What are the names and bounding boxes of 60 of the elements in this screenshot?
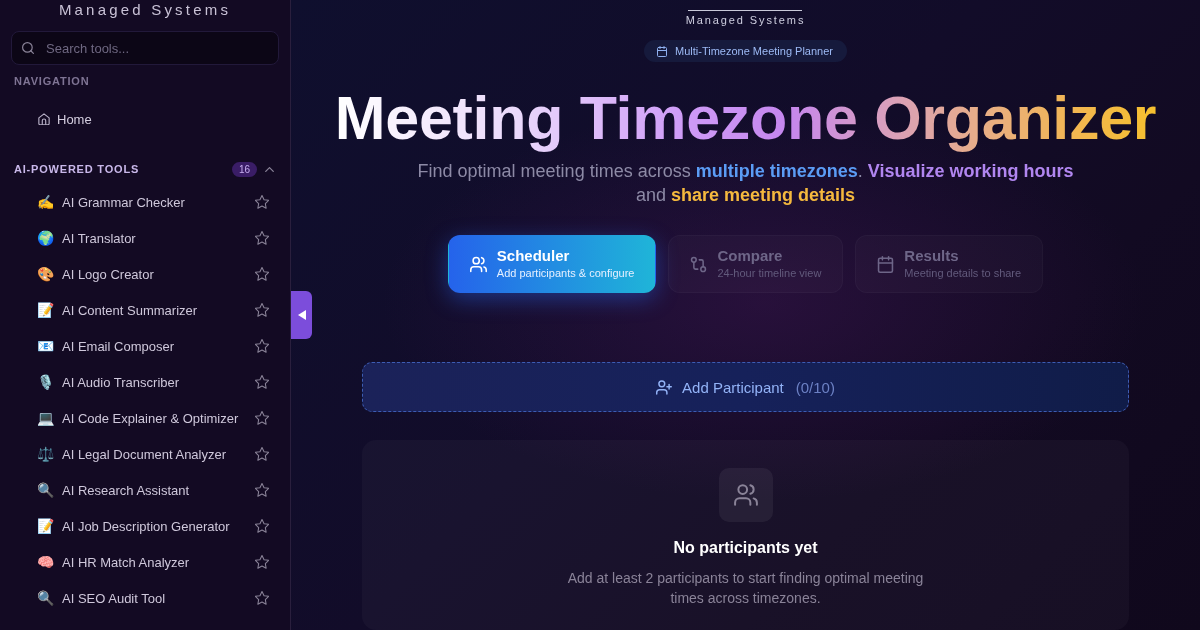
star-icon[interactable] bbox=[255, 375, 269, 389]
tool-item[interactable]: 🎙 AI Audio Transcriber bbox=[11, 364, 279, 400]
star-icon[interactable] bbox=[255, 303, 269, 317]
user-plus-icon bbox=[656, 379, 673, 395]
calendar-icon bbox=[877, 255, 895, 273]
globe-icon: 🌍 bbox=[37, 229, 54, 247]
tool-item[interactable]: 🔍 AI SEO Audit Tool bbox=[11, 580, 279, 616]
writing-hand-icon: ✍ bbox=[37, 193, 54, 211]
tool-item[interactable]: ✍ AI Grammar Checker bbox=[11, 184, 279, 220]
users-icon bbox=[718, 468, 773, 522]
tool-item[interactable]: ⚖ AI Legal Document Analyzer bbox=[11, 436, 279, 472]
tool-item[interactable]: 📝 AI Job Description Generator bbox=[11, 508, 279, 544]
badge-label: Multi-Timezone Meeting Planner bbox=[675, 45, 833, 57]
memo-icon: 📝 bbox=[37, 517, 54, 535]
tool-item[interactable]: 📝 AI Content Summarizer bbox=[11, 292, 279, 328]
tool-item[interactable]: 💻 AI Code Explainer & Optimizer bbox=[11, 400, 279, 436]
star-icon[interactable] bbox=[255, 195, 269, 209]
chevron-up-icon[interactable] bbox=[265, 166, 274, 172]
search-field[interactable]: Search tools... bbox=[11, 31, 279, 65]
star-icon[interactable] bbox=[255, 555, 269, 569]
nav-item[interactable]: Home bbox=[11, 101, 279, 137]
page-subtitle: Find optimal meeting times across multiple timezones. Visualize working hours and share meeting details bbox=[416, 160, 1075, 207]
tool-item[interactable]: 🎨 AI Logo Creator bbox=[11, 256, 279, 292]
calendar-icon bbox=[657, 45, 668, 57]
star-icon[interactable] bbox=[255, 231, 269, 245]
tool-item[interactable]: 🔍 AI Research Assistant bbox=[11, 472, 279, 508]
empty-state-title: No participants yet bbox=[673, 538, 818, 558]
star-icon[interactable] bbox=[255, 591, 269, 605]
microphone-icon: 🎙 bbox=[37, 373, 54, 391]
triangle-left-icon bbox=[297, 310, 306, 320]
brand-name: Managed Systems bbox=[57, 0, 233, 20]
star-icon[interactable] bbox=[255, 519, 269, 533]
laptop-icon: 💻 bbox=[37, 409, 54, 427]
search-icon bbox=[22, 42, 34, 54]
star-icon[interactable] bbox=[255, 267, 269, 281]
star-icon[interactable] bbox=[255, 447, 269, 461]
magnifier-icon: 🔍 bbox=[37, 589, 54, 607]
tool-item[interactable]: 🌍 AI Translator bbox=[11, 220, 279, 256]
memo-icon: 📝 bbox=[37, 301, 54, 319]
palette-icon: 🎨 bbox=[37, 265, 54, 283]
star-icon[interactable] bbox=[255, 411, 269, 425]
envelope-icon: 📧 bbox=[37, 337, 54, 355]
logo-subtitle: Managed Systems bbox=[685, 13, 806, 27]
star-icon[interactable] bbox=[255, 483, 269, 497]
home-icon bbox=[38, 113, 50, 125]
count-badge: 16 bbox=[231, 161, 257, 177]
empty-state-message: Add at least 2 participants to start finding optimal meeting times across timezones. bbox=[566, 569, 925, 608]
brain-icon: 🧠 bbox=[37, 553, 54, 571]
star-icon[interactable] bbox=[255, 339, 269, 353]
tool-item[interactable]: 🧠 AI HR Match Analyzer bbox=[11, 544, 279, 580]
step-tab[interactable]: Scheduler Add participants & configure bbox=[447, 235, 657, 293]
add-participant-button[interactable]: Add Participant (0/10) bbox=[362, 362, 1129, 412]
section-heading: AI-POWERED TOOLS bbox=[13, 162, 141, 176]
scales-icon: ⚖ bbox=[37, 445, 54, 463]
section-heading: NAVIGATION bbox=[13, 74, 91, 88]
users-icon bbox=[469, 255, 487, 273]
compare-icon bbox=[690, 255, 708, 273]
sidebar-toggle-button[interactable] bbox=[291, 291, 312, 339]
tool-item[interactable]: 📧 AI Email Composer bbox=[11, 328, 279, 364]
magnifier-icon: 🔍 bbox=[37, 481, 54, 499]
